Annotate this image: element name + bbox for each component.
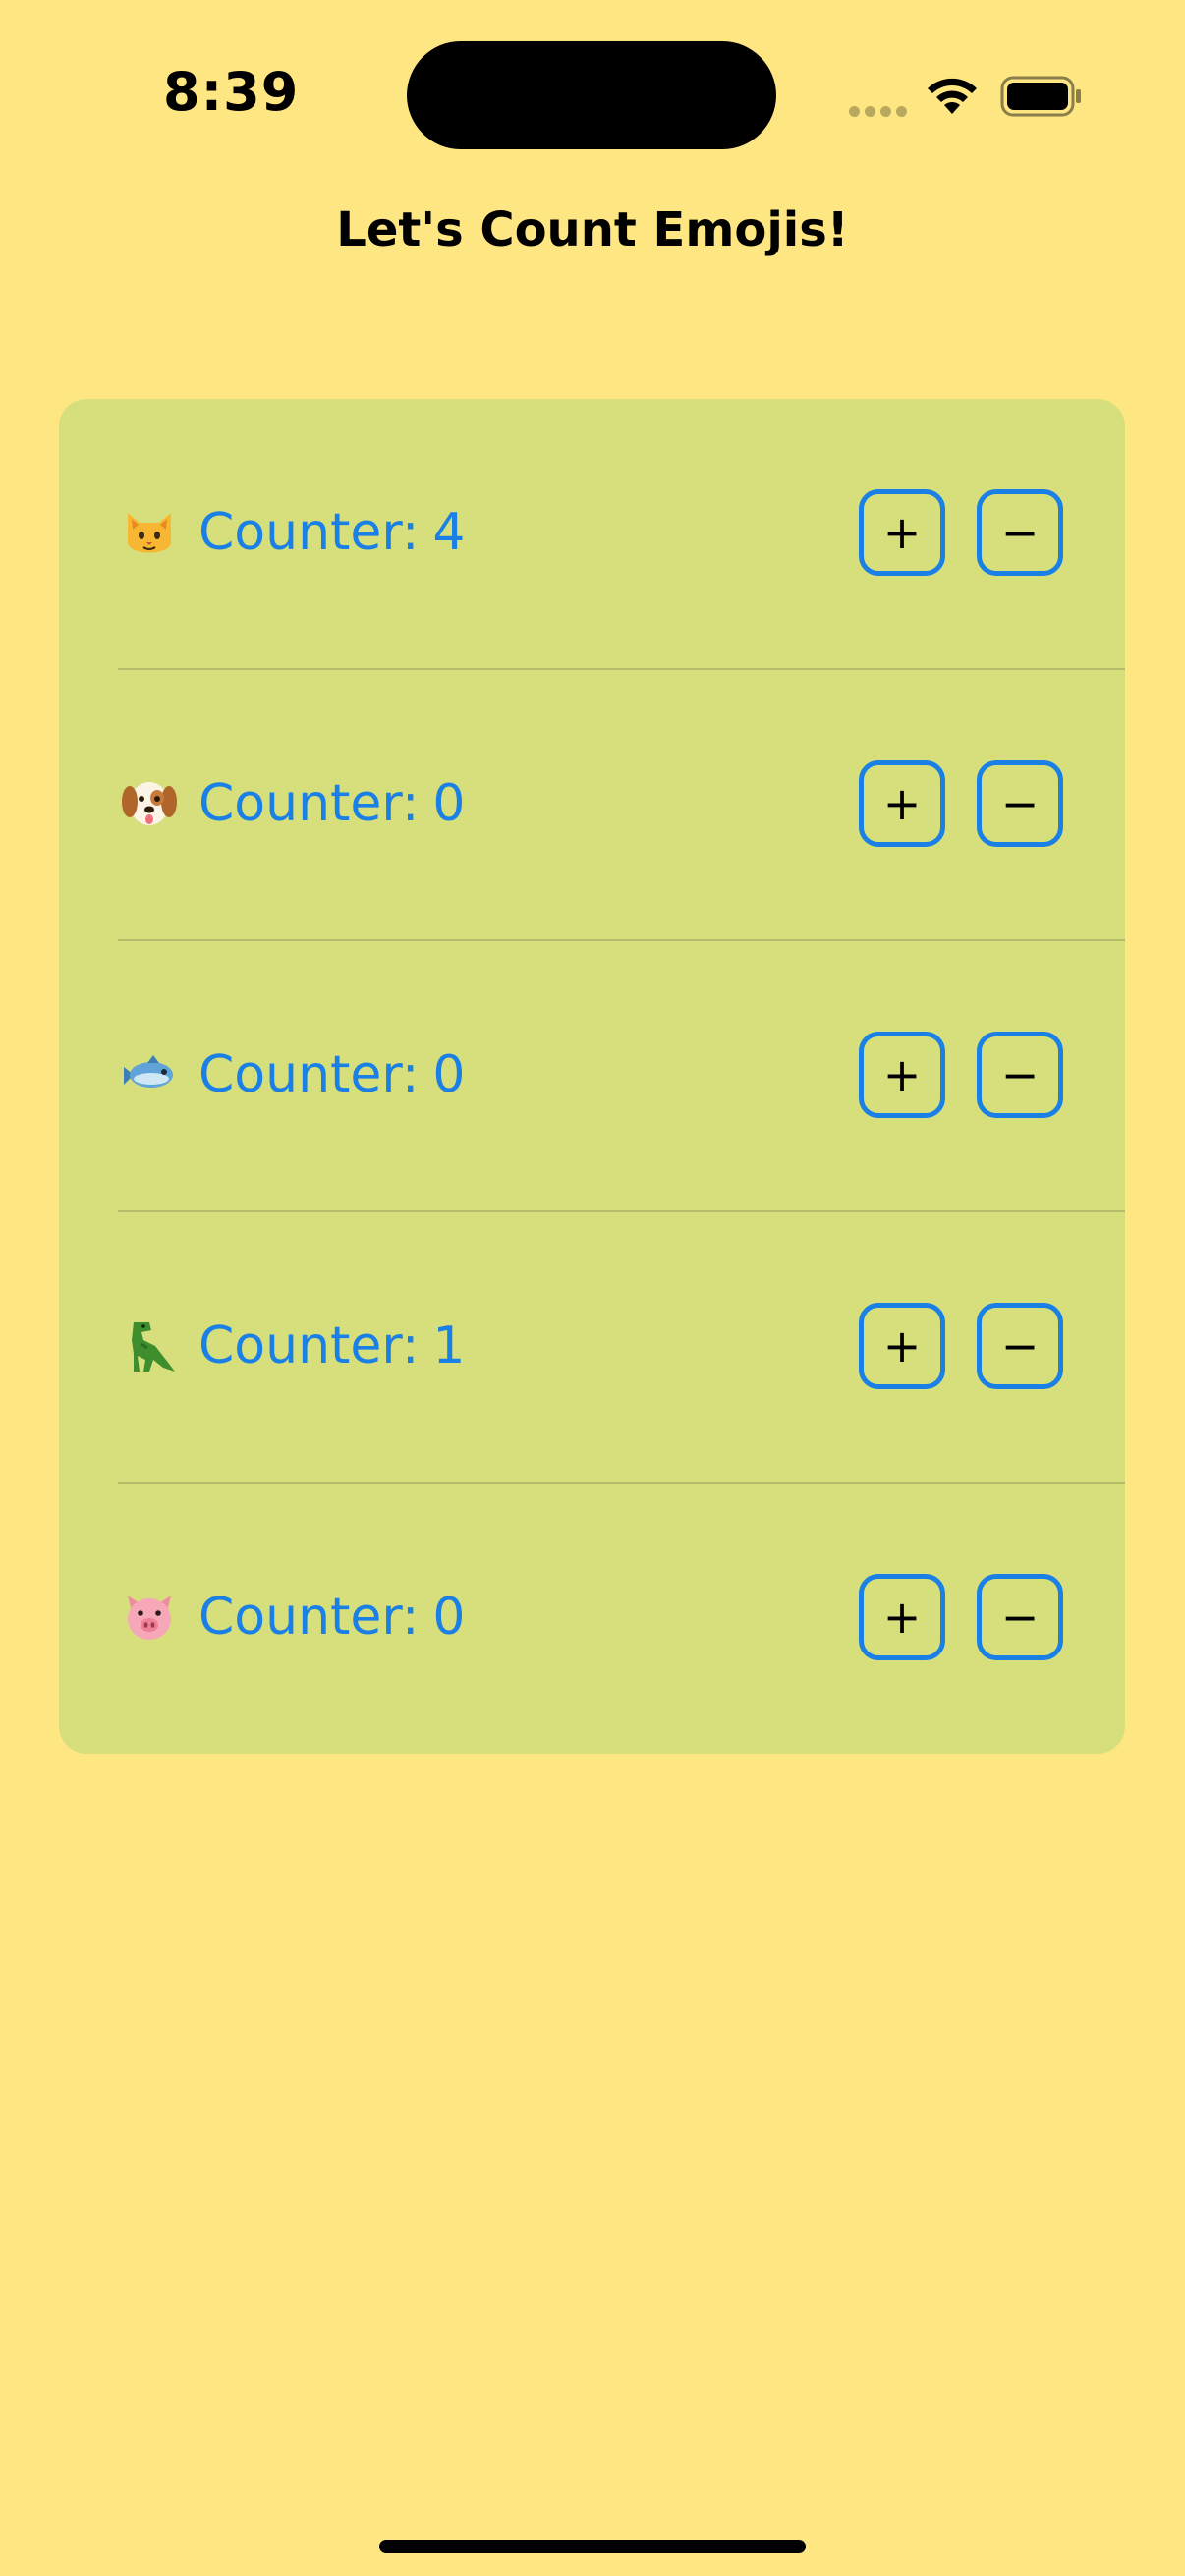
increment-button[interactable]: + [859,1303,945,1389]
counter-row-fish: Counter: 0 + − [59,941,1125,1212]
increment-button[interactable]: + [859,489,945,576]
battery-icon [1000,76,1081,117]
counter-row-pig: Counter: 0 + − [59,1484,1125,1754]
counter-text: Counter: [198,503,420,562]
increment-button[interactable]: + [859,1032,945,1118]
counter-label: Counter: 4 [198,501,466,564]
fish-icon [124,1055,173,1088]
wifi-icon [928,78,977,114]
increment-button[interactable]: + [859,760,945,847]
counter-label: Counter: 0 [198,1043,466,1106]
cellular-signal-icon [849,102,912,121]
dog-face-icon [122,782,177,825]
home-indicator[interactable] [379,2540,806,2553]
counter-value: 1 [432,1316,466,1375]
counter-row-dog: Counter: 0 + − [59,670,1125,941]
counter-label: Counter: 0 [198,772,466,835]
pig-face-icon [128,1596,171,1640]
decrement-button[interactable]: − [977,1303,1063,1389]
t-rex-icon [132,1322,175,1372]
status-time: 8:39 [163,61,300,123]
counter-value: 0 [432,1588,466,1647]
cat-face-icon [128,513,171,553]
counter-text: Counter: [198,1045,420,1104]
counter-text: Counter: [198,774,420,833]
counter-label: Counter: 0 [198,1586,466,1649]
decrement-button[interactable]: − [977,760,1063,847]
counter-text: Counter: [198,1588,420,1647]
counter-value: 0 [432,1045,466,1104]
counter-row-cat: Counter: 4 + − [59,399,1125,670]
decrement-button[interactable]: − [977,489,1063,576]
decrement-button[interactable]: − [977,1574,1063,1660]
counter-value: 4 [432,503,466,562]
page-title: Let's Count Emojis! [336,202,849,257]
counter-row-t-rex: Counter: 1 + − [59,1212,1125,1484]
status-bar: 8:39 [0,0,1185,196]
counter-value: 0 [432,774,466,833]
counter-label: Counter: 1 [198,1315,466,1377]
counter-text: Counter: [198,1316,420,1375]
dynamic-island [407,41,776,149]
decrement-button[interactable]: − [977,1032,1063,1118]
counter-list: Counter: 4 + − Counter: 0 + − Counter: 0… [59,399,1125,1754]
increment-button[interactable]: + [859,1574,945,1660]
